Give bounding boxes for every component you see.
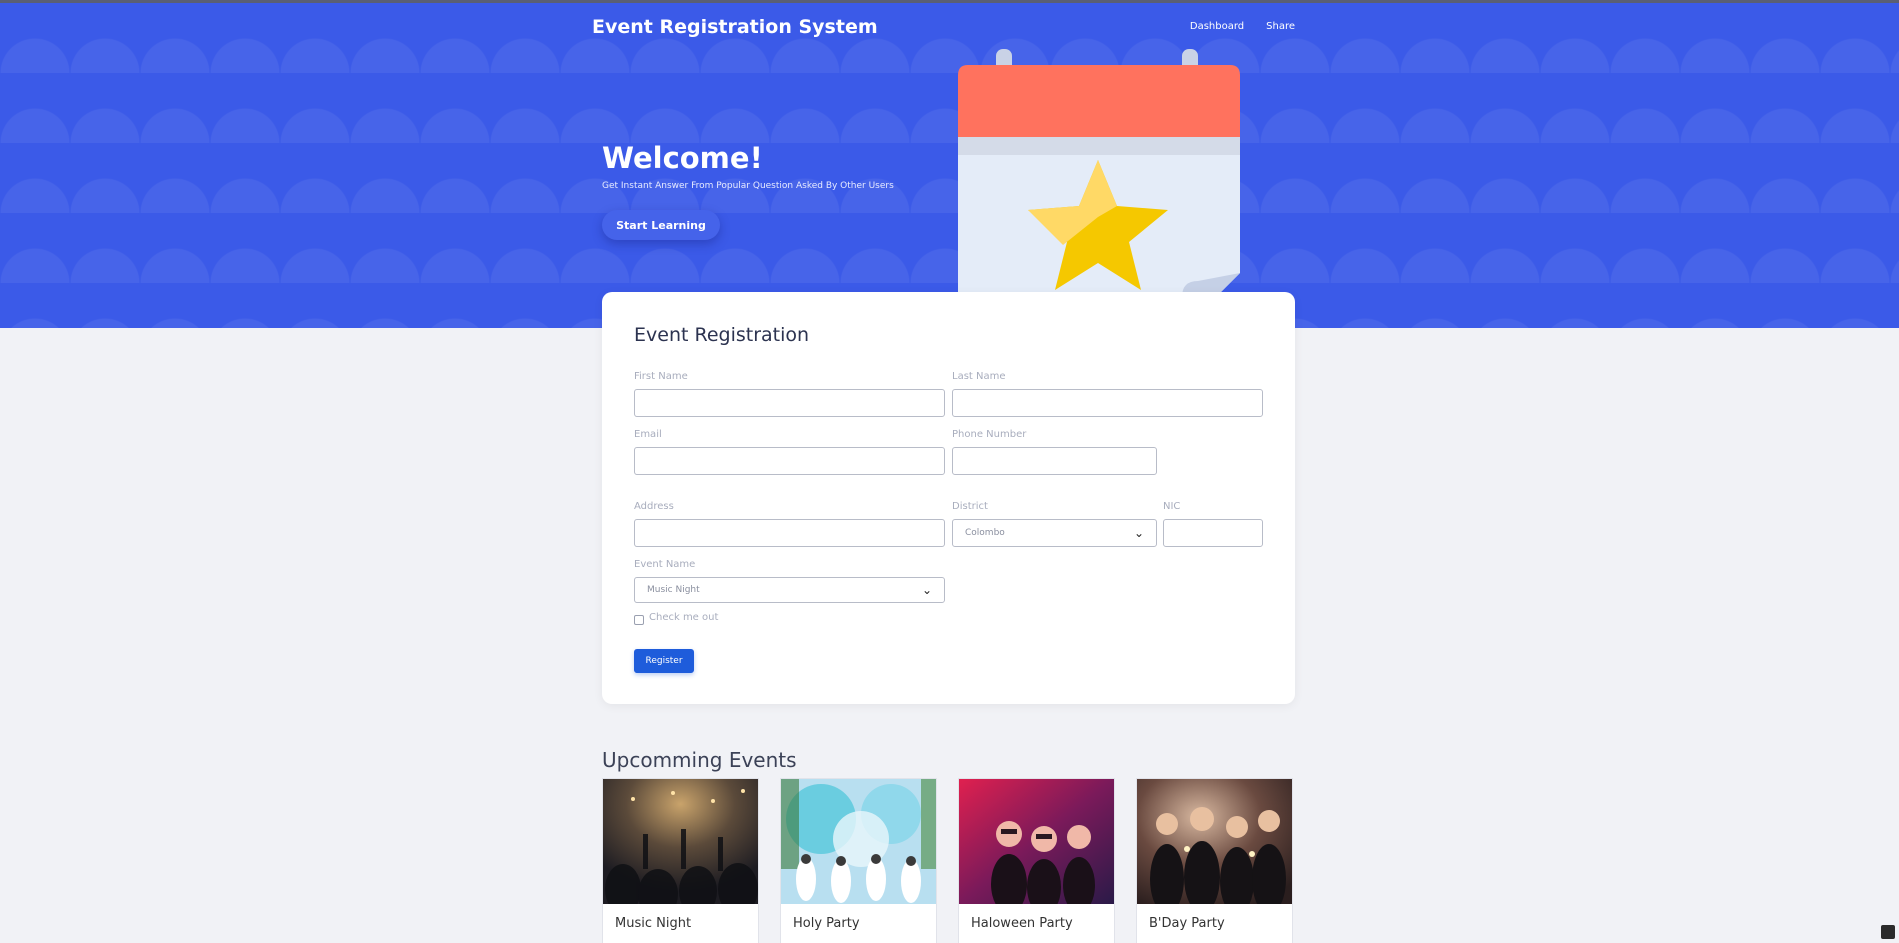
upcoming-events-title: Upcomming Events (602, 748, 797, 772)
event-name: Music Night (615, 916, 692, 931)
birthday-party-photo (1137, 779, 1292, 904)
start-learning-button[interactable]: Start Learning (602, 210, 720, 240)
hero-title: Welcome! (602, 141, 763, 175)
masquerade-party-photo (959, 779, 1114, 904)
first-name-input[interactable] (634, 389, 945, 417)
phone-label: Phone Number (952, 429, 1027, 440)
district-label: District (952, 501, 988, 512)
nav-dashboard[interactable]: Dashboard (1190, 21, 1244, 32)
checkbox-label: Check me out (649, 612, 719, 623)
first-name-label: First Name (634, 371, 688, 382)
event-name-select[interactable]: Music Night ⌄ (634, 577, 945, 603)
address-label: Address (634, 501, 674, 512)
event-selected-value: Music Night (647, 585, 700, 595)
last-name-label: Last Name (952, 371, 1006, 382)
event-name-label: Event Name (634, 559, 696, 570)
check-me-out-checkbox[interactable] (634, 615, 644, 625)
nav-share[interactable]: Share (1266, 21, 1295, 32)
event-name: B'Day Party (1149, 916, 1225, 931)
concert-crowd-photo (603, 779, 758, 904)
district-select[interactable]: Colombo ⌄ (952, 519, 1157, 547)
top-nav: Dashboard Share (1190, 21, 1295, 32)
brand-title: Event Registration System (592, 16, 878, 38)
address-input[interactable] (634, 519, 945, 547)
registration-card: Event Registration First Name Last Name … (602, 292, 1295, 704)
event-card[interactable]: Music Night (602, 778, 759, 943)
calendar-star-icon (958, 49, 1240, 331)
nic-label: NIC (1163, 501, 1181, 512)
form-title: Event Registration (634, 324, 810, 346)
last-name-input[interactable] (952, 389, 1263, 417)
chevron-down-icon: ⌄ (1133, 526, 1144, 540)
event-name: Haloween Party (971, 916, 1073, 931)
phone-input[interactable] (952, 447, 1157, 475)
browser-extension-icon[interactable] (1881, 925, 1895, 939)
event-name: Holy Party (793, 916, 860, 931)
event-card[interactable]: B'Day Party (1136, 778, 1293, 943)
register-button[interactable]: Register (634, 649, 694, 673)
hero-banner: Event Registration System Dashboard Shar… (0, 0, 1899, 331)
event-card[interactable]: Haloween Party (958, 778, 1115, 943)
hero-subtitle: Get Instant Answer From Popular Question… (602, 181, 894, 191)
email-label: Email (634, 429, 662, 440)
nic-input[interactable] (1163, 519, 1263, 547)
color-festival-photo (781, 779, 936, 904)
event-card[interactable]: Holy Party (780, 778, 937, 943)
district-selected-value: Colombo (965, 528, 1005, 538)
chevron-down-icon: ⌄ (921, 583, 932, 597)
email-field[interactable] (634, 447, 945, 475)
